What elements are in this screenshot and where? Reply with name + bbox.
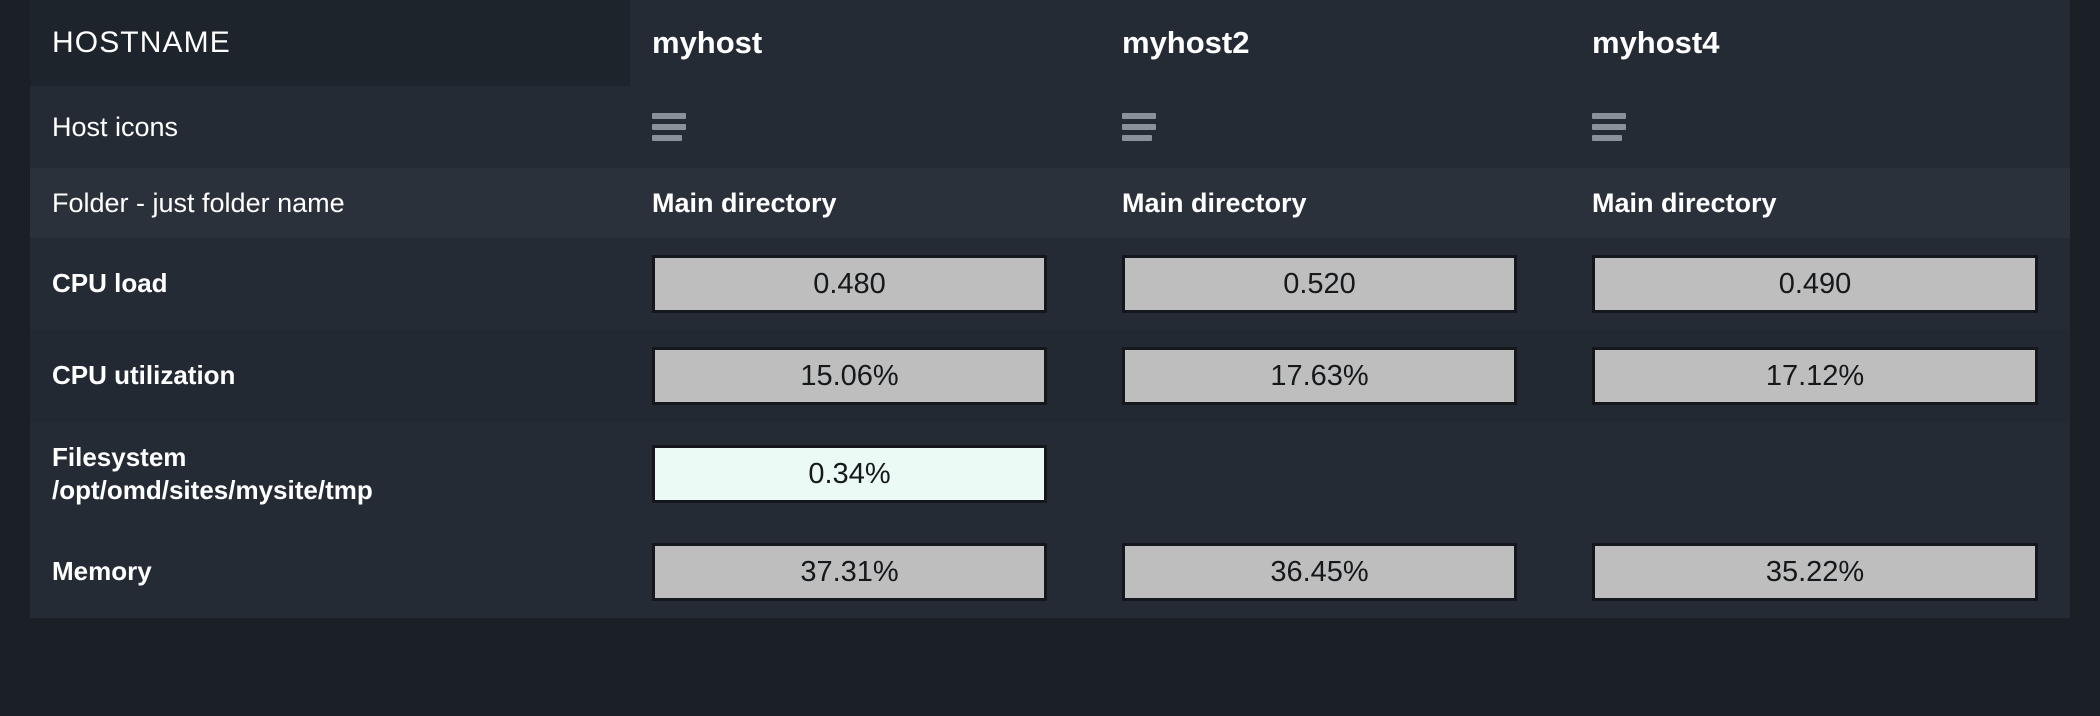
perfometer[interactable]: 35.22% [1592,543,2038,601]
row-label-text: CPU utilization [52,360,236,391]
perfometer-cell-memory-1: 36.45% [1100,526,1570,618]
matrix-table: HOSTNAME myhost myhost2 myhost4 Host ico… [30,0,2070,700]
perfometer-empty [1592,445,2070,503]
host-metrics-matrix-view: HOSTNAME myhost myhost2 myhost4 Host ico… [0,0,2100,716]
matrix-folder-row: Folder - just folder name Main directory… [30,168,2070,238]
row-label-filesystem: Filesystem /opt/omd/sites/mysite/tmp [30,422,630,526]
row-label-folder: Folder - just folder name [30,168,630,238]
perfometer-cell-cpu-load-1: 0.520 [1100,238,1570,330]
row-label-text: CPU load [52,268,168,299]
perfometer-empty [1122,445,1570,503]
row-label-text: Memory [52,556,152,587]
perfometer-cell-filesystem-1 [1100,422,1570,526]
perfometer-cell-cpu-load-0: 0.480 [630,238,1100,330]
folder-value-2[interactable]: Main directory [1570,168,2070,238]
perfometer-value: 15.06% [800,359,899,392]
hamburger-icon[interactable] [652,113,686,141]
perfometer[interactable]: 36.45% [1122,543,1517,601]
perfometer[interactable]: 0.490 [1592,255,2038,313]
column-header-host-0[interactable]: myhost [630,0,1100,86]
row-label-subtext: /opt/omd/sites/mysite/tmp [52,475,373,505]
perfometer[interactable]: 17.12% [1592,347,2038,405]
host-icons-cell-0 [630,86,1100,168]
row-label-host-icons: Host icons [30,86,630,168]
perfometer[interactable]: 0.34% [652,445,1047,503]
matrix-metric-row-filesystem: Filesystem /opt/omd/sites/mysite/tmp 0.3… [30,422,2070,526]
row-label-cpu-utilization: CPU utilization [30,330,630,422]
perfometer-value: 0.480 [813,267,886,300]
perfometer-value: 0.490 [1778,267,1852,300]
perfometer[interactable]: 0.480 [652,255,1047,313]
perfometer-value: 35.22% [1765,555,1865,588]
matrix-header-row: HOSTNAME myhost myhost2 myhost4 [30,0,2070,86]
perfometer-value: 0.34% [808,457,891,490]
left-gutter [0,0,30,716]
matrix-host-icons-row: Host icons [30,86,2070,168]
hamburger-icon[interactable] [1592,113,1626,141]
perfometer[interactable]: 37.31% [652,543,1047,601]
perfometer-cell-memory-0: 37.31% [630,526,1100,618]
perfometer[interactable]: 17.63% [1122,347,1517,405]
host-icons-cell-1 [1100,86,1570,168]
perfometer-cell-cpu-utilization-0: 15.06% [630,330,1100,422]
folder-value-1[interactable]: Main directory [1100,168,1570,238]
perfometer-cell-cpu-load-2: 0.490 [1570,238,2070,330]
row-label-memory: Memory [30,526,630,618]
hamburger-icon[interactable] [1122,113,1156,141]
perfometer-cell-cpu-utilization-1: 17.63% [1100,330,1570,422]
perfometer-cell-filesystem-2 [1570,422,2070,526]
column-header-host-1[interactable]: myhost2 [1100,0,1570,86]
perfometer-cell-cpu-utilization-2: 17.12% [1570,330,2070,422]
matrix-metric-row-cpu-load: CPU load 0.480 0.520 0.490 [30,238,2070,330]
perfometer-value: 0.520 [1283,267,1356,300]
row-label-hostname: HOSTNAME [30,0,630,86]
column-header-host-2[interactable]: myhost4 [1570,0,2070,86]
perfometer-value: 36.45% [1270,555,1369,588]
host-icons-cell-2 [1570,86,2070,168]
matrix-metric-row-memory: Memory 37.31% 36.45% 35.22% [30,526,2070,618]
perfometer-cell-memory-2: 35.22% [1570,526,2070,618]
perfometer-value: 17.63% [1270,359,1369,392]
bottom-strip [30,700,2070,716]
folder-value-0[interactable]: Main directory [630,168,1100,238]
perfometer-value: 17.12% [1765,359,1865,392]
perfometer[interactable]: 0.520 [1122,255,1517,313]
row-label-text: Filesystem [52,441,187,472]
perfometer-value: 37.31% [800,555,899,588]
matrix-metric-row-cpu-utilization: CPU utilization 15.06% 17.63% 17.12% [30,330,2070,422]
perfometer-cell-filesystem-0: 0.34% [630,422,1100,526]
perfometer[interactable]: 15.06% [652,347,1047,405]
row-label-cpu-load: CPU load [30,238,630,330]
